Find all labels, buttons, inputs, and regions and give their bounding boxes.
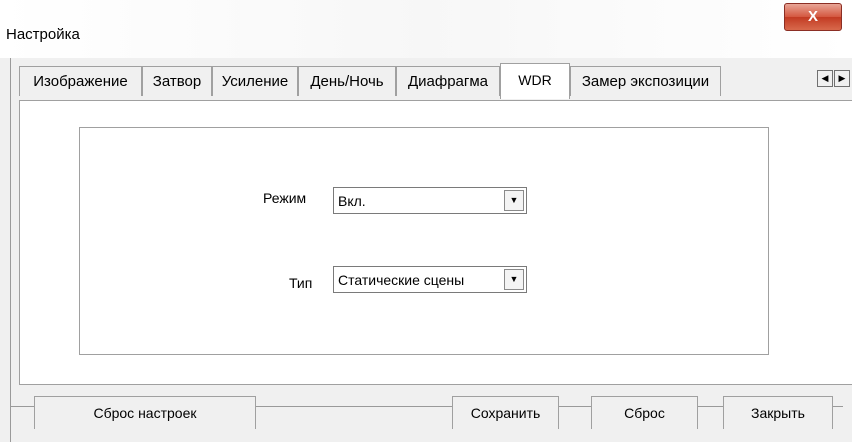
tab-wdr[interactable]: WDR [500,63,570,99]
divider [10,406,34,407]
save-button[interactable]: Сохранить [452,396,559,429]
tab-exposure-metering[interactable]: Замер экспозиции [570,66,721,96]
reset-settings-button[interactable]: Сброс настроек [34,396,256,429]
mode-label: Режим [263,190,307,206]
tab-shutter[interactable]: Затвор [142,66,212,96]
divider [698,406,723,407]
tab-iris[interactable]: Диафрагма [396,66,500,96]
close-button[interactable]: Закрыть [723,396,833,429]
chevron-down-icon[interactable]: ▼ [504,269,524,290]
close-window-button[interactable]: X [784,3,842,31]
window-title: Настройка [6,26,80,43]
divider [833,406,843,407]
type-select-value: Статические сцены [338,272,465,288]
type-label: Тип [289,275,313,291]
settings-group-box [79,127,769,355]
tab-image[interactable]: Изображение [19,66,142,96]
reset-button[interactable]: Сброс [591,396,698,429]
chevron-down-icon[interactable]: ▼ [504,190,524,211]
tab-day-night[interactable]: День/Ночь [298,66,396,96]
mode-select-value: Вкл. [338,193,366,209]
arrow-right-icon[interactable]: ▶ [834,70,850,87]
type-select[interactable]: Статические сцены ▼ [333,266,527,293]
divider [256,406,452,407]
mode-select[interactable]: Вкл. ▼ [333,187,527,214]
title-bar: Настройка X [0,0,852,58]
tab-gain[interactable]: Усиление [212,66,298,96]
arrow-left-icon[interactable]: ◀ [817,70,833,87]
divider [559,406,591,407]
